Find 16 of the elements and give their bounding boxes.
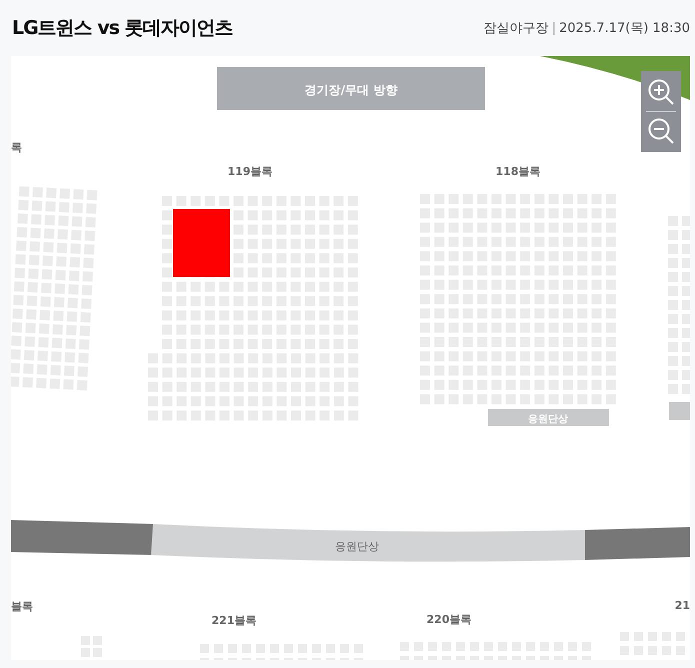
block-label: 119블록 bbox=[228, 165, 272, 178]
block-label: 록 bbox=[11, 141, 22, 154]
match-datetime: 2025.7.17(목) 18:30 bbox=[559, 20, 690, 37]
zoom-out-icon bbox=[647, 117, 675, 145]
separator-mark: | bbox=[552, 20, 556, 36]
block-label: 221블록 bbox=[212, 614, 256, 627]
block-label: 21 bbox=[674, 599, 690, 612]
zoom-in-icon bbox=[647, 78, 675, 106]
block-label: 220블록 bbox=[426, 613, 472, 626]
venue-name: 잠실야구장 bbox=[484, 20, 549, 37]
cheer-stage-label: 응원단상 bbox=[335, 540, 379, 553]
match-title: LG트윈스 vs 롯데자이언츠 bbox=[12, 16, 233, 41]
block-label: 블록 bbox=[11, 600, 33, 613]
stage-direction-label: 경기장/무대 방향 bbox=[304, 83, 398, 97]
block-label: 118블록 bbox=[496, 165, 540, 178]
side-stage-bar bbox=[669, 402, 690, 420]
